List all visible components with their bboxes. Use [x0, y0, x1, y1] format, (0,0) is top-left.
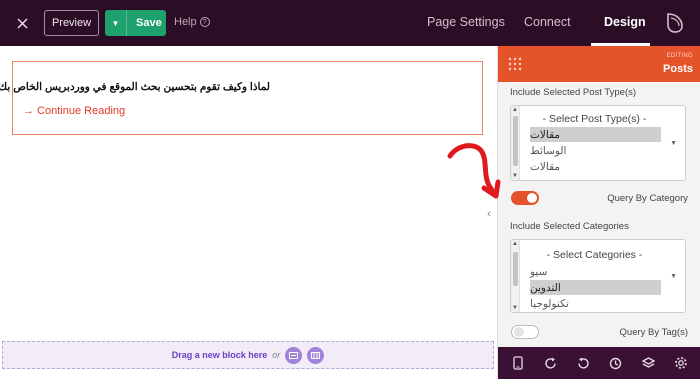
collapse-panel-icon[interactable]: ‹ — [484, 208, 494, 220]
close-icon — [16, 17, 28, 29]
post-types-label: Include Selected Post Type(s) — [510, 87, 637, 98]
top-bar: Preview ▼ Save Help ? Page Settings Conn… — [0, 0, 700, 46]
history-icon[interactable] — [608, 355, 624, 371]
annotation-arrow-icon — [447, 143, 501, 199]
brand-logo-icon — [667, 13, 683, 33]
panel-footer-toolbar — [498, 347, 700, 379]
close-button[interactable] — [11, 12, 33, 34]
category-option[interactable]: - Select Categories - — [530, 247, 661, 262]
block-dropzone[interactable]: Drag a new block here or — [2, 341, 494, 369]
block-grid-icon[interactable] — [508, 57, 522, 71]
dropzone-or: or — [272, 350, 281, 360]
scroll-thumb[interactable] — [513, 116, 518, 166]
post-type-option[interactable]: - Select Post Type(s) - — [530, 111, 661, 126]
post-types-scrollbar[interactable]: ▲ ▼ — [511, 106, 520, 180]
chevron-down-icon: ▼ — [670, 273, 677, 280]
post-type-option[interactable]: مقالات — [530, 127, 661, 142]
preview-button[interactable]: Preview — [44, 10, 99, 36]
undo-icon[interactable] — [575, 355, 591, 371]
help-label: Help — [174, 16, 197, 28]
settings-panel: EDITING Posts Include Selected Post Type… — [497, 46, 700, 379]
layers-icon[interactable] — [640, 355, 656, 371]
save-button[interactable]: ▼ Save — [105, 10, 166, 36]
help-icon: ? — [199, 17, 210, 27]
post-title[interactable]: لماذا وكيف تقوم بتحسين بحث الموقع في وور… — [0, 81, 270, 93]
post-list-block[interactable]: لماذا وكيف تقوم بتحسين بحث الموقع في وور… — [0, 61, 483, 135]
editor-canvas: لماذا وكيف تقوم بتحسين بحث الموقع في وور… — [0, 46, 497, 379]
mobile-icon[interactable] — [510, 355, 526, 371]
scroll-down-icon[interactable]: ▼ — [512, 173, 518, 179]
refresh-icon[interactable] — [543, 355, 559, 371]
categories-label: Include Selected Categories — [510, 221, 629, 232]
query-by-category-toggle[interactable] — [511, 191, 539, 205]
continue-reading-link[interactable]: → Continue Reading — [23, 105, 125, 117]
help-link[interactable]: Help ? — [174, 16, 210, 28]
saved-blocks-icon[interactable] — [307, 346, 325, 364]
scroll-up-icon[interactable]: ▲ — [512, 107, 518, 113]
panel-header: EDITING Posts — [498, 46, 700, 82]
post-type-option[interactable]: مقالات — [530, 159, 661, 174]
chevron-down-icon: ▼ — [670, 140, 677, 147]
save-button-label: Save — [136, 17, 162, 29]
editing-label: EDITING — [666, 53, 693, 59]
query-by-category-label: Query By Category — [607, 193, 688, 204]
query-by-tags-label: Query By Tag(s) — [619, 327, 688, 338]
categories-multiselect[interactable]: ▲ ▼ - Select Categories - سيو التدوين تك… — [510, 239, 686, 313]
post-type-option[interactable]: الوسائط — [530, 143, 661, 158]
settings-icon[interactable] — [673, 355, 689, 371]
scroll-down-icon[interactable]: ▼ — [512, 305, 518, 311]
save-options-caret-icon[interactable]: ▼ — [105, 10, 127, 36]
categories-scrollbar[interactable]: ▲ ▼ — [511, 240, 520, 312]
category-option[interactable]: تكنولوجيا — [530, 296, 661, 311]
tab-connect[interactable]: Connect — [524, 15, 571, 29]
scroll-up-icon[interactable]: ▲ — [512, 241, 518, 247]
scroll-thumb[interactable] — [513, 252, 518, 286]
block-library-icon[interactable] — [285, 346, 303, 364]
query-by-tags-toggle[interactable] — [511, 325, 539, 339]
tab-design[interactable]: Design — [604, 15, 646, 29]
category-option[interactable]: التدوين — [530, 280, 661, 295]
post-types-multiselect[interactable]: ▲ ▼ - Select Post Type(s) - مقالات الوسا… — [510, 105, 686, 181]
toggle-knob — [514, 327, 524, 337]
toggle-knob — [527, 193, 537, 203]
editing-target: Posts — [663, 63, 693, 75]
tab-page-settings[interactable]: Page Settings — [427, 15, 505, 29]
category-option[interactable]: سيو — [530, 264, 661, 279]
dropzone-label: Drag a new block here — [171, 350, 268, 360]
